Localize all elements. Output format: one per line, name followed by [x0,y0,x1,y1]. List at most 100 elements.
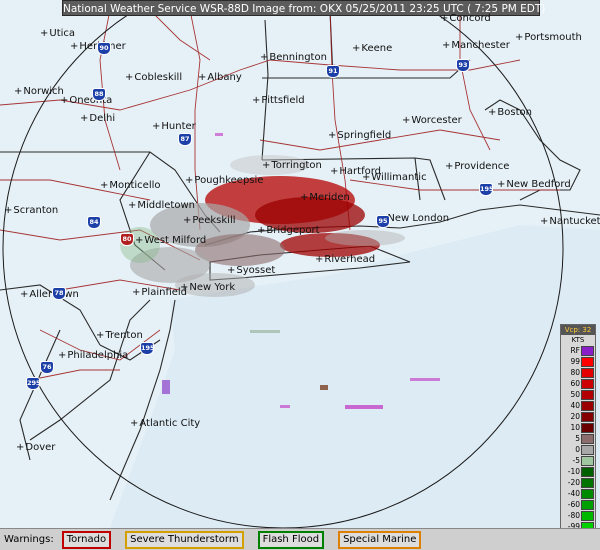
legend-value-label: RF [570,346,580,355]
legend-value-label: 60 [570,379,580,388]
warnings-label: Warnings: [4,534,54,545]
legend-value-label: -80 [567,511,580,520]
legend-color-swatch [581,455,594,466]
city-label: +Providence [445,161,510,172]
city-label: +Portsmouth [515,32,582,43]
city-label: +Plainfield [132,287,188,298]
interstate-shield: 91 [326,65,340,78]
legend-color-swatch [581,422,594,433]
legend-color-swatch [581,444,594,455]
legend-value-label: 20 [570,412,580,421]
legend-color-swatch [581,400,594,411]
legend-row: -10 [561,466,595,477]
units-label: KTS [571,336,585,344]
legend-value-label: -40 [567,489,580,498]
city-label: +Riverhead [315,254,376,265]
city-label: +Bennington [260,52,327,63]
interstate-shield: 87 [178,133,192,146]
interstate-shield: 88 [92,88,106,101]
city-label: +Poughkeepsie [185,175,264,186]
legend-color-swatch [581,389,594,400]
city-label: +Manchester [442,40,510,51]
city-label: +Worcester [402,115,462,126]
legend-value-label: -20 [567,478,580,487]
interstate-shield: 195 [140,342,155,355]
legend-row: 0 [561,444,595,455]
legend-color-swatch [581,466,594,477]
city-label: +Trenton [96,330,143,341]
interstate-shield: 95 [376,215,390,228]
legend-row: 20 [561,411,595,422]
city-label: +Pittsfield [252,95,305,106]
radar-image: National Weather Service WSR-88D Image f… [0,0,600,550]
interstate-shield: 295 [26,377,41,390]
legend-value-label: 5 [575,434,580,443]
legend-value-label: -5 [572,456,580,465]
warning-flash-flood: Flash Flood [257,530,325,549]
city-label: +Bridgeport [257,225,320,236]
city-label: +Allentown [20,289,79,300]
city-label: +New Bedford [497,179,571,190]
interstate-shield: 80 [120,233,134,246]
city-label: +Utica [40,28,76,39]
warning-severe-thunderstorm: Severe Thunderstorm [125,530,244,549]
legend-color-swatch [581,356,594,367]
radar-map [0,0,600,528]
interstate-shield: 76 [40,361,54,374]
legend-row: -40 [561,488,595,499]
legend-color-swatch [581,433,594,444]
city-label: +Scranton [4,205,59,216]
legend-row: -60 [561,499,595,510]
city-label: +Peekskill [183,215,236,226]
legend-row: RF [561,345,595,356]
legend-value-label: 80 [570,368,580,377]
legend-row: 50 [561,389,595,400]
interstate-shield: 195 [479,183,494,196]
legend-row: 80 [561,367,595,378]
warning-tornado: Tornado [61,530,112,549]
city-label: +Atlantic City [130,418,201,429]
legend-row: 40 [561,400,595,411]
warnings-bar: Warnings: Tornado Severe Thunderstorm Fl… [0,528,600,550]
city-label: +Springfield [328,130,392,141]
city-label: +Monticello [100,180,161,191]
city-label: +Albany [198,72,242,83]
city-label: +Norwich [14,86,64,97]
interstate-shield: 78 [52,287,66,300]
legend-color-swatch [581,477,594,488]
city-label: +Hunter [152,121,196,132]
legend-value-label: 40 [570,401,580,410]
city-label: +Willimantic [362,172,427,183]
legend-value-label: -10 [567,467,580,476]
city-label: +Keene [352,43,393,54]
warning-special-marine: Special Marine [338,530,422,549]
legend-value-label: 50 [570,390,580,399]
legend-row: 10 [561,422,595,433]
velocity-legend: Vcp: 32 KTS RF 99 80 60 50 40 20 10 5 0 -5 -10 -20 -4… [560,324,596,545]
city-label: +Torrington [262,160,322,171]
city-label: +Cobleskill [125,72,183,83]
interstate-shield: 93 [456,59,470,72]
legend-row: 5 [561,433,595,444]
legend-color-swatch [581,345,594,356]
legend-color-swatch [581,411,594,422]
legend-value-label: 0 [575,445,580,454]
legend-color-swatch [581,367,594,378]
interstate-shield: 90 [97,42,111,55]
city-label: +Syosset [227,265,276,276]
interstate-shield: 84 [87,216,101,229]
legend-value-label: 99 [570,357,580,366]
city-label: +Middletown [128,200,195,211]
city-label: +Dover [16,442,56,453]
city-label: +New York [180,282,236,293]
city-label: +Boston [488,107,532,118]
legend-color-swatch [581,488,594,499]
legend-row: -5 [561,455,595,466]
vcp-label: Vcp: 32 [561,325,595,335]
legend-row: -80 [561,510,595,521]
legend-row: 99 [561,356,595,367]
legend-color-swatch [581,510,594,521]
legend-value-label: 10 [570,423,580,432]
city-label: +Meriden [300,192,350,203]
legend-row: -20 [561,477,595,488]
